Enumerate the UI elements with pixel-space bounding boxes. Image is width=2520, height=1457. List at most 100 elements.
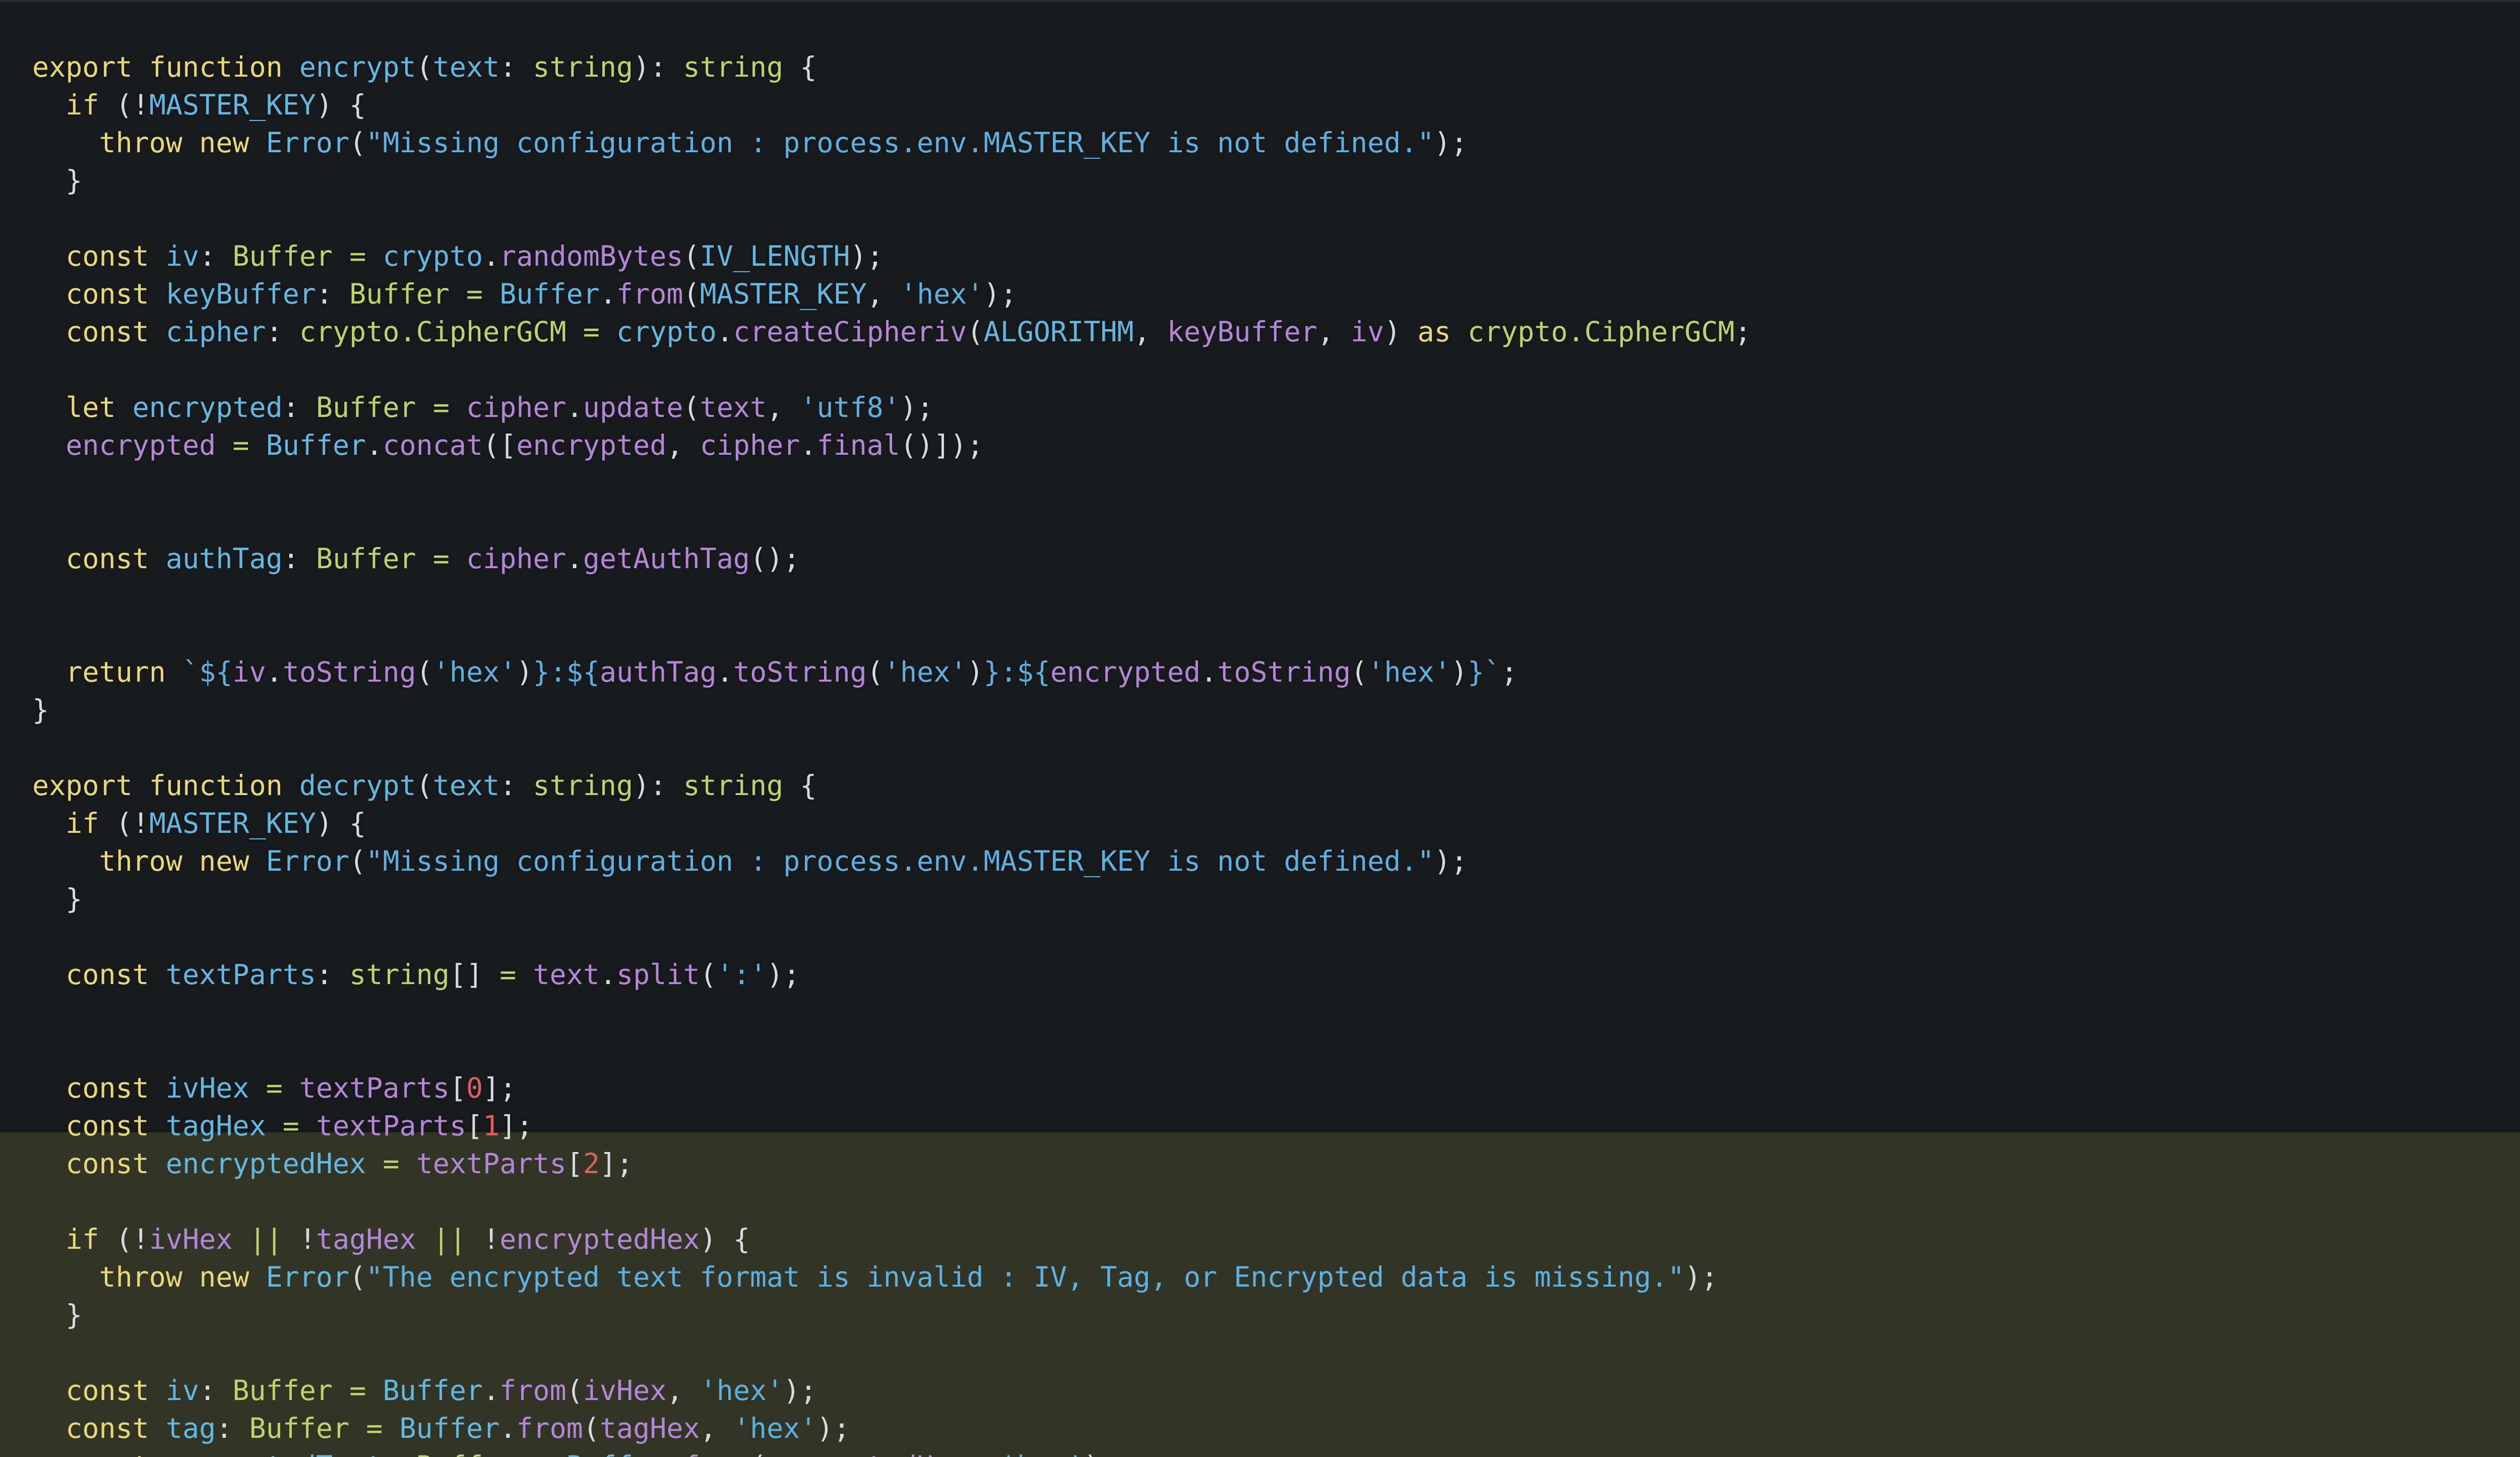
code-token: crypto: [383, 240, 483, 272]
code-token: ];: [599, 1147, 634, 1180]
code-token: =: [516, 1450, 566, 1457]
code-token: (!: [115, 1223, 149, 1255]
code-token: const: [66, 1110, 166, 1142]
code-token: from: [499, 1374, 566, 1407]
code-token: ): [1451, 656, 1468, 688]
code-editor[interactable]: export function encrypt(text: string): s…: [0, 0, 2520, 1457]
code-token: :: [316, 278, 350, 310]
code-token: .: [599, 958, 617, 991]
code-token: );: [900, 391, 934, 423]
code-token: (!: [115, 807, 149, 839]
code-token: (: [349, 127, 366, 159]
code-token: }: [32, 883, 83, 915]
code-token: ,: [967, 1450, 1000, 1457]
code-token: !: [299, 1223, 316, 1255]
code-token: 'hex': [883, 656, 967, 688]
code-token: [: [449, 1072, 466, 1104]
code-token: cipher: [700, 429, 800, 461]
code-token: Buffer: [249, 1412, 350, 1444]
code-token: .: [599, 278, 617, 310]
code-token: 'utf8': [800, 391, 900, 423]
code-token: ALGORITHM: [983, 316, 1134, 348]
code-token: =: [449, 278, 500, 310]
code-token: Error: [266, 127, 350, 159]
code-token: "Missing configuration : process.env.MAS…: [366, 845, 1434, 877]
code-token: 'hex': [900, 278, 984, 310]
code-token: (: [683, 391, 700, 423]
code-token: !: [483, 1223, 500, 1255]
code-token: 'hex': [1367, 656, 1451, 688]
code-token: );: [1434, 845, 1468, 877]
code-token: textParts: [416, 1147, 566, 1180]
code-token: toString: [282, 656, 416, 688]
code-token: 'hex': [1000, 1450, 1084, 1457]
code-token: Buffer: [232, 240, 333, 272]
code-token: );: [850, 240, 884, 272]
code-token: const: [66, 240, 166, 272]
code-line: }: [32, 1296, 82, 1334]
code-token: encrypted: [66, 429, 216, 461]
code-token: .: [666, 1450, 683, 1457]
code-token: encryptedHex: [165, 1147, 366, 1180]
code-token: final: [816, 429, 900, 461]
code-token: randomBytes: [499, 240, 683, 272]
code-line: export function decrypt(text: string): s…: [32, 767, 816, 805]
code-token: =: [266, 1110, 316, 1142]
code-token: encrypted: [132, 391, 283, 423]
code-token: MASTER_KEY: [149, 89, 316, 121]
code-token: 2: [583, 1147, 600, 1180]
code-token: }:${: [533, 656, 600, 688]
code-token: (: [566, 1374, 583, 1407]
code-token: split: [616, 958, 700, 991]
code-token: );: [1434, 127, 1468, 159]
code-line: const iv: Buffer = Buffer.from(ivHex, 'h…: [32, 1372, 816, 1410]
code-token: throw new: [99, 127, 266, 159]
code-token: .: [800, 429, 817, 461]
code-token: (: [750, 1450, 767, 1457]
code-token: textParts: [316, 1110, 466, 1142]
code-token: iv: [165, 240, 200, 272]
code-token: =: [216, 429, 266, 461]
code-token: ) {: [700, 1223, 750, 1255]
code-token: ,: [666, 429, 700, 461]
code-token: throw new: [99, 1261, 266, 1293]
code-token: string: [683, 51, 784, 83]
code-token: encrypt: [299, 51, 416, 83]
code-token: ([: [483, 429, 517, 461]
code-token: );: [783, 1374, 817, 1407]
code-token: const: [66, 1412, 166, 1444]
code-token: ivHex: [149, 1223, 233, 1255]
code-token: (: [349, 1261, 366, 1293]
code-token: ) {: [316, 89, 366, 121]
code-token: (: [866, 656, 884, 688]
code-line: }: [32, 162, 82, 200]
code-token: iv: [165, 1374, 200, 1407]
code-token: "Missing configuration : process.env.MAS…: [366, 127, 1434, 159]
code-token: export function: [32, 769, 299, 802]
code-line: const textParts: string[] = text.split('…: [32, 956, 800, 994]
code-token: ,: [866, 278, 900, 310]
code-token: ) {: [316, 807, 366, 839]
code-token: .: [366, 429, 383, 461]
code-token: :: [199, 1374, 233, 1407]
code-token: encryptedHex: [767, 1450, 967, 1457]
code-token: {: [783, 51, 817, 83]
code-token: );: [983, 278, 1017, 310]
code-token: Buffer: [316, 391, 416, 423]
code-token: IV_LENGTH: [700, 240, 850, 272]
code-token: =: [333, 240, 383, 272]
code-token: getAuthTag: [583, 542, 750, 575]
code-line: export function encrypt(text: string): s…: [32, 48, 816, 86]
code-token: ):: [633, 769, 683, 802]
code-token: tagHex: [165, 1110, 266, 1142]
code-line: let encrypted: Buffer = cipher.update(te…: [32, 389, 933, 427]
